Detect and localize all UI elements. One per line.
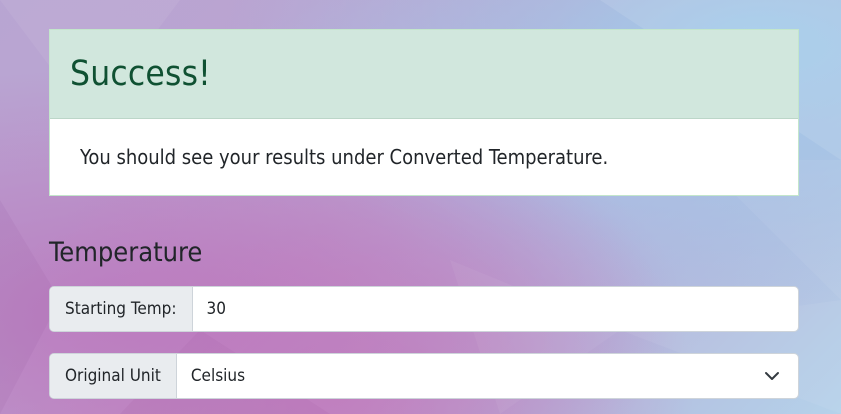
starting-temp-label: Starting Temp:: [50, 287, 193, 331]
original-unit-selected-value: Celsius: [190, 366, 246, 386]
alert-header: Success!: [50, 30, 798, 119]
original-unit-group: Original Unit Celsius: [49, 353, 799, 399]
original-unit-select[interactable]: Celsius: [177, 354, 798, 398]
starting-temp-input[interactable]: [192, 287, 798, 331]
alert-title: Success!: [70, 54, 211, 94]
success-alert: Success! You should see your results und…: [49, 29, 799, 196]
temperature-heading: Temperature: [49, 237, 203, 268]
starting-temp-group: Starting Temp:: [49, 286, 799, 332]
main-container: Success! You should see your results und…: [49, 29, 799, 399]
chevron-down-icon: [765, 372, 779, 380]
original-unit-label: Original Unit: [50, 354, 177, 398]
alert-message: You should see your results under Conver…: [80, 145, 609, 169]
